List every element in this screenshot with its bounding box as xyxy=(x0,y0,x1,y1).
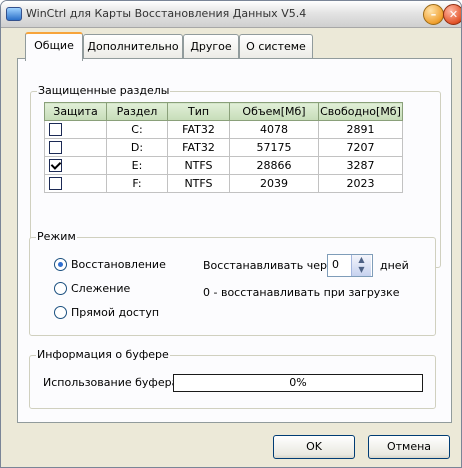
tab-general-label: Общие xyxy=(34,39,74,52)
tab-about-label: О системе xyxy=(246,40,306,53)
size-cell: 4078 xyxy=(229,120,319,139)
partitions-header-row: Защита Раздел Тип Объем[Мб] Свободно[Мб] xyxy=(44,102,403,121)
tab-about[interactable]: О системе xyxy=(239,34,313,58)
table-row[interactable]: D: FAT32 57175 7207 xyxy=(44,138,403,157)
mode-radio-monitor[interactable] xyxy=(54,282,67,295)
buffer-usage-text: 0% xyxy=(289,376,307,389)
mode-label-restore: Восстановление xyxy=(71,258,166,271)
window-title: WinCtrl для Карты Восстановления Данных … xyxy=(26,7,307,20)
protect-checkbox[interactable] xyxy=(49,123,62,137)
tab-advanced-label: Дополнительно xyxy=(87,40,179,53)
type-cell: FAT32 xyxy=(167,138,230,157)
type-cell: NTFS xyxy=(167,174,230,193)
free-cell: 2023 xyxy=(318,174,403,193)
spin-arrows-icon[interactable]: ▲ ▼ xyxy=(351,255,371,276)
drive-cell: E: xyxy=(106,156,168,175)
buffer-usage-label: Использование буфера xyxy=(43,376,179,389)
partitions-group-title: Защищенные разделы xyxy=(37,84,171,97)
tab-general[interactable]: Общие xyxy=(25,32,83,61)
app-icon xyxy=(6,7,22,21)
days-label: дней xyxy=(380,259,409,272)
tab-other[interactable]: Другое xyxy=(183,34,239,58)
buffer-usage-bar: 0% xyxy=(173,374,423,392)
type-cell: NTFS xyxy=(167,156,230,175)
table-row[interactable]: C: FAT32 4078 2891 xyxy=(44,120,403,139)
column-header-free: Свободно[Мб] xyxy=(318,102,403,121)
minimize-icon: – xyxy=(430,8,437,21)
buffer-group-title: Информация о буфере xyxy=(36,348,170,361)
column-header-size: Объем[Мб] xyxy=(229,102,319,121)
mode-radio-direct[interactable] xyxy=(54,306,67,319)
type-cell: FAT32 xyxy=(167,120,230,139)
mode-label-direct: Прямой доступ xyxy=(71,306,160,319)
size-cell: 2039 xyxy=(229,174,319,193)
size-cell: 57175 xyxy=(229,138,319,157)
ok-button[interactable]: OK xyxy=(273,435,355,459)
size-cell: 28866 xyxy=(229,156,319,175)
tab-other-label: Другое xyxy=(190,40,232,53)
close-button[interactable]: ✕ xyxy=(443,4,461,25)
restore-days-value: 0 xyxy=(332,258,339,271)
drive-cell: C: xyxy=(106,120,168,139)
restore-hint: 0 - восстанавливать при загрузке xyxy=(203,286,400,299)
restore-days-spinner[interactable]: 0 ▲ ▼ xyxy=(327,254,373,277)
free-cell: 2891 xyxy=(318,120,403,139)
mode-radio-restore[interactable] xyxy=(54,258,67,271)
restore-every-label: Восстанавливать через xyxy=(203,259,340,272)
table-row[interactable]: F: NTFS 2039 2023 xyxy=(44,174,403,193)
title-bar: WinCtrl для Карты Восстановления Данных … xyxy=(1,1,461,28)
minimize-button[interactable]: – xyxy=(423,4,444,25)
free-cell: 7207 xyxy=(318,138,403,157)
close-icon: ✕ xyxy=(448,8,459,21)
column-header-protect: Защита xyxy=(44,102,107,121)
drive-cell: D: xyxy=(106,138,168,157)
mode-label-monitor: Слежение xyxy=(71,282,131,295)
column-header-drive: Раздел xyxy=(106,102,168,121)
table-row[interactable]: E: NTFS 28866 3287 xyxy=(44,156,403,175)
mode-group-title: Режим xyxy=(36,230,77,243)
tab-advanced[interactable]: Дополнительно xyxy=(83,34,183,58)
protect-checkbox[interactable] xyxy=(49,141,62,155)
cancel-button[interactable]: Отмена xyxy=(368,435,450,459)
protect-checkbox[interactable] xyxy=(49,159,62,173)
drive-cell: F: xyxy=(106,174,168,193)
protect-checkbox[interactable] xyxy=(49,177,62,191)
column-header-type: Тип xyxy=(167,102,230,121)
partitions-table: Защита Раздел Тип Объем[Мб] Свободно[Мб]… xyxy=(44,102,403,193)
free-cell: 3287 xyxy=(318,156,403,175)
